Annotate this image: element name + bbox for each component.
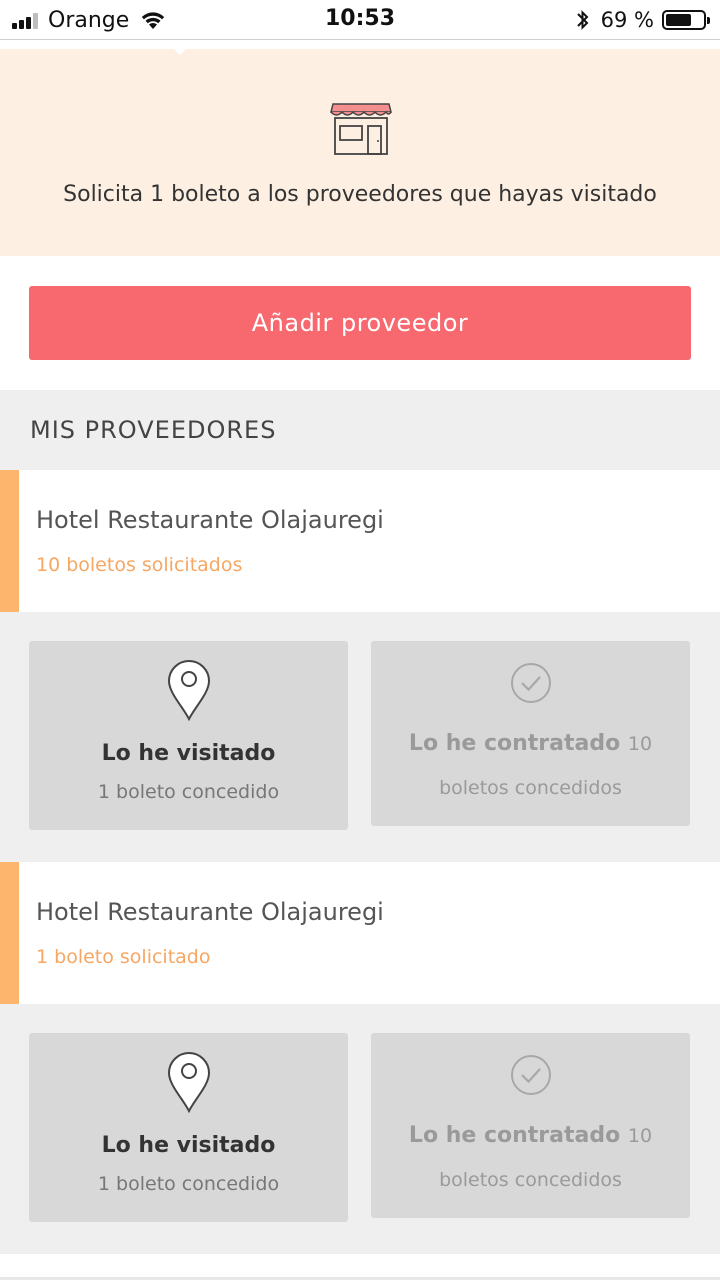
contracted-title: Lo he contratado 10 xyxy=(371,731,690,756)
check-circle-icon xyxy=(511,1055,551,1095)
provider-accent-bar xyxy=(0,470,19,612)
provider-actions: Lo he visitado 1 boleto concedido Lo he … xyxy=(0,1004,720,1254)
battery-percentage: 69 % xyxy=(600,8,654,32)
provider-name: Hotel Restaurante Olajauregi xyxy=(36,898,384,926)
provider-accent-bar xyxy=(0,862,19,1004)
provider-name: Hotel Restaurante Olajauregi xyxy=(36,506,384,534)
location-pin-icon xyxy=(167,660,211,721)
provider-card[interactable]: Hotel Restaurante Olajauregi 10 boletos … xyxy=(0,470,720,612)
contracted-count: 10 xyxy=(627,733,653,755)
battery-icon xyxy=(662,10,710,30)
battery-nub xyxy=(707,17,710,24)
provider-requested-count: 10 boletos solicitados xyxy=(36,554,243,576)
visited-subtitle: 1 boleto concedido xyxy=(97,781,280,803)
visited-button[interactable]: Lo he visitado 1 boleto concedido xyxy=(29,1033,348,1222)
section-header: MIS PROVEEDORES xyxy=(0,390,720,470)
location-pin-icon xyxy=(167,1052,211,1113)
contracted-button[interactable]: Lo he contratado 10 boletos concedidos xyxy=(371,1033,690,1218)
contracted-title-text: Lo he contratado xyxy=(408,1123,621,1148)
store-icon xyxy=(330,103,392,155)
contracted-count: 10 xyxy=(627,1125,653,1147)
status-bar: Orange 10:53 69 % xyxy=(0,0,720,40)
add-provider-button[interactable]: Añadir proveedor xyxy=(29,286,691,360)
visited-subtitle: 1 boleto concedido xyxy=(97,1173,280,1195)
visited-button[interactable]: Lo he visitado 1 boleto concedido xyxy=(29,641,348,830)
contracted-title: Lo he contratado 10 xyxy=(371,1123,690,1148)
provider-requested-count: 1 boleto solicitado xyxy=(36,946,211,968)
visited-title: Lo he visitado xyxy=(101,1133,276,1158)
check-circle-icon xyxy=(511,663,551,703)
battery-fill xyxy=(666,14,691,26)
section-title: MIS PROVEEDORES xyxy=(30,416,277,444)
provider-actions: Lo he visitado 1 boleto concedido Lo he … xyxy=(0,612,720,862)
contracted-title-text: Lo he contratado xyxy=(408,731,621,756)
bluetooth-icon xyxy=(576,10,589,30)
banner-caret xyxy=(166,41,194,55)
banner-message: Solicita 1 boleto a los proveedores que … xyxy=(63,182,657,207)
provider-card[interactable]: Hotel Restaurante Olajauregi 1 boleto so… xyxy=(0,862,720,1004)
contracted-subtitle: boletos concedidos xyxy=(439,1169,622,1191)
status-right: 69 % xyxy=(575,7,710,33)
contracted-subtitle: boletos concedidos xyxy=(439,777,622,799)
contracted-button[interactable]: Lo he contratado 10 boletos concedidos xyxy=(371,641,690,826)
visited-title: Lo he visitado xyxy=(101,741,276,766)
